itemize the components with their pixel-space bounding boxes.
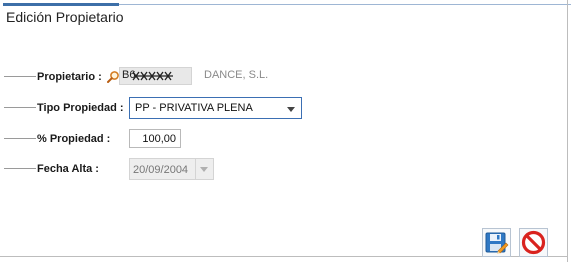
save-button[interactable] <box>482 228 511 257</box>
panel-title: Edición Propietario <box>6 9 124 25</box>
property-type-select[interactable]: PP - PRIVATIVA PLENA <box>129 97 302 119</box>
ownership-percent-input[interactable]: 100,00 <box>129 129 181 148</box>
property-type-label: Tipo Propiedad : <box>37 102 124 114</box>
row-guide-line <box>4 138 36 139</box>
owner-label: Propietario : <box>37 71 102 83</box>
ownership-percent-label: % Propiedad : <box>37 133 111 145</box>
title-divider <box>119 4 571 5</box>
magnifier-icon[interactable] <box>106 70 120 84</box>
start-date-picker: 20/09/2004 <box>129 158 214 180</box>
owner-name: DANCE, S.L. <box>204 69 269 81</box>
save-icon <box>485 232 509 254</box>
start-date-label: Fecha Alta : <box>37 163 99 175</box>
chevron-down-icon <box>200 167 208 172</box>
start-date-value: 20/09/2004 <box>133 164 189 176</box>
cancel-button[interactable] <box>519 228 548 257</box>
title-accent-bar <box>3 3 119 6</box>
date-dropdown-button <box>195 159 213 179</box>
property-type-value: PP - PRIVATIVA PLENA <box>135 102 253 114</box>
cancel-icon <box>521 230 546 255</box>
chevron-down-icon[interactable] <box>287 107 295 112</box>
redacted-scribble <box>132 71 173 81</box>
row-guide-line <box>4 76 36 77</box>
edit-owner-panel: Edición Propietario Propietario : B6 DAN… <box>0 0 571 262</box>
panel-right-border <box>567 0 568 262</box>
row-guide-line <box>4 107 36 108</box>
ownership-percent-value: 100,00 <box>142 133 176 145</box>
row-guide-line <box>4 168 36 169</box>
